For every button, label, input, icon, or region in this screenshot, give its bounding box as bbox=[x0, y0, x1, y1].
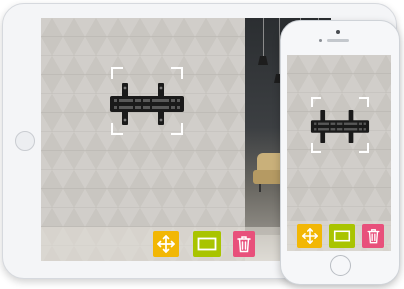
selection-corner-bottom-left[interactable] bbox=[311, 143, 321, 153]
phone-camera bbox=[336, 30, 340, 34]
phone-screen bbox=[287, 55, 391, 251]
selection-corner-top-right[interactable] bbox=[171, 67, 183, 79]
move-arrows-icon bbox=[301, 228, 318, 244]
move-button[interactable] bbox=[297, 224, 322, 248]
phone-device bbox=[280, 20, 400, 285]
phone-toolbar bbox=[287, 221, 391, 251]
delete-button[interactable] bbox=[233, 231, 255, 257]
tablet-home-button[interactable] bbox=[15, 131, 35, 151]
tv-wall-mount-icon[interactable] bbox=[309, 110, 371, 143]
selection-corner-top-right[interactable] bbox=[359, 97, 369, 107]
move-button[interactable] bbox=[153, 231, 179, 257]
delete-button[interactable] bbox=[362, 224, 384, 248]
lamp-shade bbox=[258, 56, 268, 65]
resize-rectangle-icon bbox=[197, 237, 217, 251]
trash-icon bbox=[367, 229, 379, 244]
wall-preview[interactable] bbox=[41, 18, 245, 261]
trash-icon bbox=[237, 236, 251, 253]
move-arrows-icon bbox=[157, 235, 175, 253]
phone-sensor bbox=[319, 39, 322, 42]
pendant-lamp-icon bbox=[263, 18, 264, 58]
phone-home-button[interactable] bbox=[330, 255, 351, 276]
selection-corner-top-left[interactable] bbox=[111, 67, 123, 79]
resize-button[interactable] bbox=[193, 231, 221, 257]
resize-rectangle-icon bbox=[333, 230, 351, 242]
phone-speaker bbox=[327, 39, 349, 42]
tv-wall-mount-icon[interactable] bbox=[108, 83, 186, 125]
resize-button[interactable] bbox=[329, 224, 355, 248]
selection-corner-top-left[interactable] bbox=[311, 97, 321, 107]
selection-corner-bottom-right[interactable] bbox=[359, 143, 369, 153]
